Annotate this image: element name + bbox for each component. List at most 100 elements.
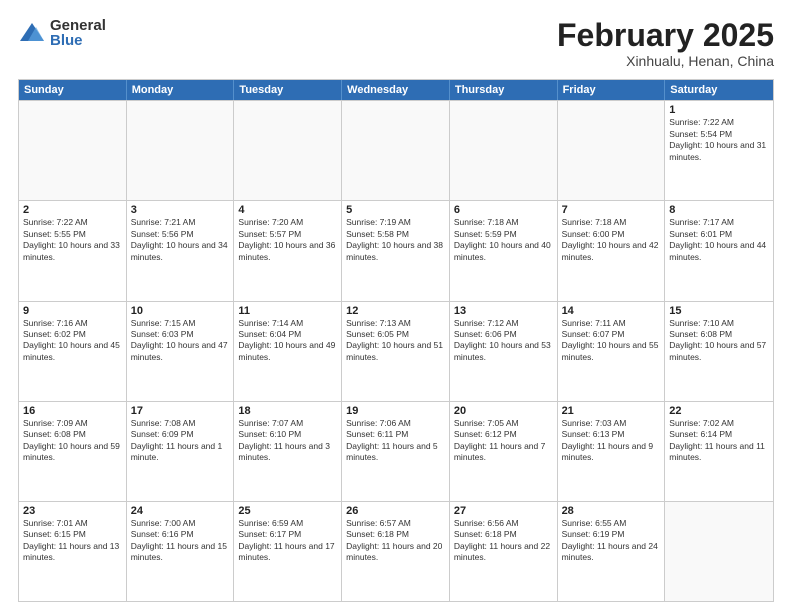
day-number: 12 [346,305,445,317]
day-number: 20 [454,405,553,417]
calendar-cell: 23Sunrise: 7:01 AM Sunset: 6:15 PM Dayli… [19,502,127,601]
calendar-cell: 8Sunrise: 7:17 AM Sunset: 6:01 PM Daylig… [665,201,773,300]
calendar-cell: 21Sunrise: 7:03 AM Sunset: 6:13 PM Dayli… [558,402,666,501]
day-number: 24 [131,505,230,517]
calendar-cell [19,101,127,200]
calendar-row: 2Sunrise: 7:22 AM Sunset: 5:55 PM Daylig… [19,200,773,300]
weekday-header: Thursday [450,80,558,100]
day-number: 6 [454,204,553,216]
day-info: Sunrise: 7:14 AM Sunset: 6:04 PM Dayligh… [238,318,337,364]
day-number: 5 [346,204,445,216]
day-number: 8 [669,204,769,216]
day-info: Sunrise: 7:12 AM Sunset: 6:06 PM Dayligh… [454,318,553,364]
day-number: 21 [562,405,661,417]
day-info: Sunrise: 7:17 AM Sunset: 6:01 PM Dayligh… [669,217,769,263]
day-info: Sunrise: 7:00 AM Sunset: 6:16 PM Dayligh… [131,518,230,564]
calendar-cell: 14Sunrise: 7:11 AM Sunset: 6:07 PM Dayli… [558,302,666,401]
title-block: February 2025 Xinhualu, Henan, China [557,18,774,69]
day-info: Sunrise: 7:15 AM Sunset: 6:03 PM Dayligh… [131,318,230,364]
logo: General Blue [18,18,106,48]
logo-general: General [50,18,106,33]
calendar-cell [450,101,558,200]
calendar-row: 1Sunrise: 7:22 AM Sunset: 5:54 PM Daylig… [19,100,773,200]
logo-icon [18,19,46,47]
calendar-cell [665,502,773,601]
day-number: 19 [346,405,445,417]
weekday-header: Sunday [19,80,127,100]
calendar-cell: 28Sunrise: 6:55 AM Sunset: 6:19 PM Dayli… [558,502,666,601]
day-info: Sunrise: 6:55 AM Sunset: 6:19 PM Dayligh… [562,518,661,564]
day-number: 9 [23,305,122,317]
day-number: 18 [238,405,337,417]
day-number: 13 [454,305,553,317]
calendar-cell: 27Sunrise: 6:56 AM Sunset: 6:18 PM Dayli… [450,502,558,601]
calendar-cell: 7Sunrise: 7:18 AM Sunset: 6:00 PM Daylig… [558,201,666,300]
title-month: February 2025 [557,18,774,53]
day-number: 15 [669,305,769,317]
day-info: Sunrise: 7:20 AM Sunset: 5:57 PM Dayligh… [238,217,337,263]
calendar-cell: 24Sunrise: 7:00 AM Sunset: 6:16 PM Dayli… [127,502,235,601]
day-number: 11 [238,305,337,317]
weekday-header: Saturday [665,80,773,100]
day-info: Sunrise: 6:57 AM Sunset: 6:18 PM Dayligh… [346,518,445,564]
calendar-cell: 6Sunrise: 7:18 AM Sunset: 5:59 PM Daylig… [450,201,558,300]
day-info: Sunrise: 6:56 AM Sunset: 6:18 PM Dayligh… [454,518,553,564]
day-info: Sunrise: 7:07 AM Sunset: 6:10 PM Dayligh… [238,418,337,464]
calendar-cell: 25Sunrise: 6:59 AM Sunset: 6:17 PM Dayli… [234,502,342,601]
calendar-cell: 16Sunrise: 7:09 AM Sunset: 6:08 PM Dayli… [19,402,127,501]
day-number: 28 [562,505,661,517]
day-number: 25 [238,505,337,517]
calendar-cell: 2Sunrise: 7:22 AM Sunset: 5:55 PM Daylig… [19,201,127,300]
day-number: 10 [131,305,230,317]
weekday-header: Wednesday [342,80,450,100]
title-location: Xinhualu, Henan, China [557,53,774,69]
day-info: Sunrise: 7:02 AM Sunset: 6:14 PM Dayligh… [669,418,769,464]
calendar-cell: 22Sunrise: 7:02 AM Sunset: 6:14 PM Dayli… [665,402,773,501]
day-number: 23 [23,505,122,517]
calendar-cell: 20Sunrise: 7:05 AM Sunset: 6:12 PM Dayli… [450,402,558,501]
calendar-cell [127,101,235,200]
calendar-cell: 12Sunrise: 7:13 AM Sunset: 6:05 PM Dayli… [342,302,450,401]
calendar-cell: 1Sunrise: 7:22 AM Sunset: 5:54 PM Daylig… [665,101,773,200]
day-number: 27 [454,505,553,517]
calendar-cell: 19Sunrise: 7:06 AM Sunset: 6:11 PM Dayli… [342,402,450,501]
day-info: Sunrise: 7:21 AM Sunset: 5:56 PM Dayligh… [131,217,230,263]
calendar-row: 23Sunrise: 7:01 AM Sunset: 6:15 PM Dayli… [19,501,773,601]
calendar-header: SundayMondayTuesdayWednesdayThursdayFrid… [19,80,773,100]
day-info: Sunrise: 7:10 AM Sunset: 6:08 PM Dayligh… [669,318,769,364]
calendar-cell [234,101,342,200]
day-info: Sunrise: 6:59 AM Sunset: 6:17 PM Dayligh… [238,518,337,564]
day-number: 17 [131,405,230,417]
calendar-cell: 4Sunrise: 7:20 AM Sunset: 5:57 PM Daylig… [234,201,342,300]
day-number: 3 [131,204,230,216]
calendar-body: 1Sunrise: 7:22 AM Sunset: 5:54 PM Daylig… [19,100,773,601]
day-info: Sunrise: 7:22 AM Sunset: 5:54 PM Dayligh… [669,117,769,163]
day-info: Sunrise: 7:08 AM Sunset: 6:09 PM Dayligh… [131,418,230,464]
day-info: Sunrise: 7:18 AM Sunset: 6:00 PM Dayligh… [562,217,661,263]
day-info: Sunrise: 7:11 AM Sunset: 6:07 PM Dayligh… [562,318,661,364]
calendar-row: 9Sunrise: 7:16 AM Sunset: 6:02 PM Daylig… [19,301,773,401]
weekday-header: Tuesday [234,80,342,100]
day-info: Sunrise: 7:18 AM Sunset: 5:59 PM Dayligh… [454,217,553,263]
logo-blue: Blue [50,33,106,48]
day-info: Sunrise: 7:19 AM Sunset: 5:58 PM Dayligh… [346,217,445,263]
day-info: Sunrise: 7:03 AM Sunset: 6:13 PM Dayligh… [562,418,661,464]
day-number: 16 [23,405,122,417]
day-number: 26 [346,505,445,517]
weekday-header: Friday [558,80,666,100]
day-number: 14 [562,305,661,317]
day-info: Sunrise: 7:01 AM Sunset: 6:15 PM Dayligh… [23,518,122,564]
day-info: Sunrise: 7:06 AM Sunset: 6:11 PM Dayligh… [346,418,445,464]
calendar-cell: 15Sunrise: 7:10 AM Sunset: 6:08 PM Dayli… [665,302,773,401]
calendar-cell: 17Sunrise: 7:08 AM Sunset: 6:09 PM Dayli… [127,402,235,501]
logo-text: General Blue [50,18,106,48]
day-info: Sunrise: 7:16 AM Sunset: 6:02 PM Dayligh… [23,318,122,364]
day-info: Sunrise: 7:22 AM Sunset: 5:55 PM Dayligh… [23,217,122,263]
calendar: SundayMondayTuesdayWednesdayThursdayFrid… [18,79,774,602]
calendar-row: 16Sunrise: 7:09 AM Sunset: 6:08 PM Dayli… [19,401,773,501]
calendar-cell: 11Sunrise: 7:14 AM Sunset: 6:04 PM Dayli… [234,302,342,401]
calendar-cell: 13Sunrise: 7:12 AM Sunset: 6:06 PM Dayli… [450,302,558,401]
day-number: 22 [669,405,769,417]
day-number: 2 [23,204,122,216]
calendar-cell: 9Sunrise: 7:16 AM Sunset: 6:02 PM Daylig… [19,302,127,401]
